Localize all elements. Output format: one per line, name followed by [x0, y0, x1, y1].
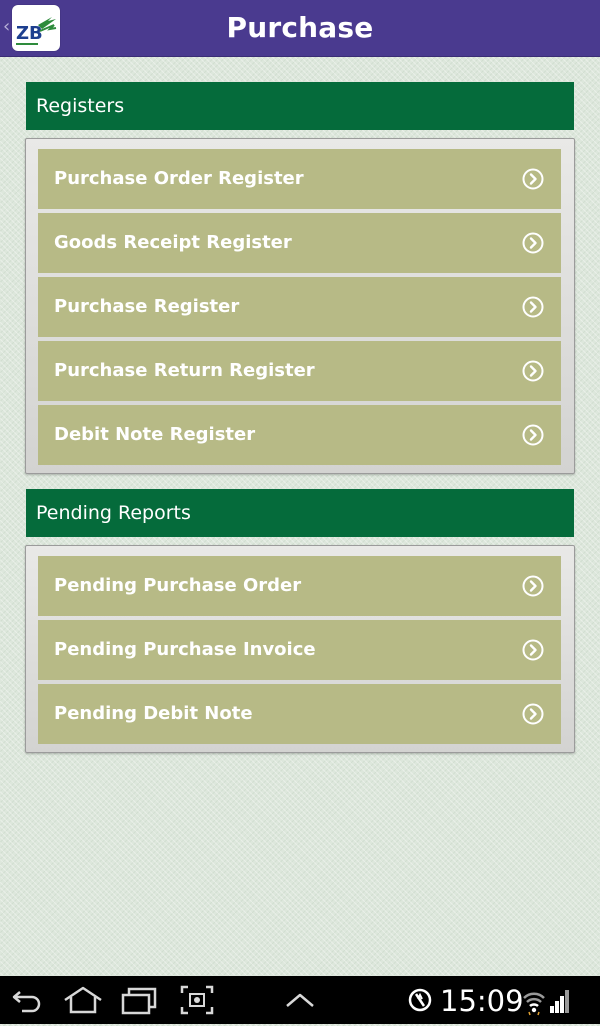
menu-item-label: Pending Purchase Invoice — [54, 639, 316, 660]
section-header-registers: Registers — [26, 82, 574, 130]
section-header-pending-reports: Pending Reports — [26, 489, 574, 537]
circle-chevron-right-icon — [522, 639, 544, 661]
circle-chevron-right-icon — [522, 232, 544, 254]
menu-item-pending-purchase-order[interactable]: Pending Purchase Order — [38, 556, 561, 616]
menu-item-debit-note-register[interactable]: Debit Note Register — [38, 405, 561, 465]
menu-item-goods-receipt-register[interactable]: Goods Receipt Register — [38, 213, 561, 273]
screenshot-icon[interactable] — [180, 984, 214, 1016]
menu-item-label: Debit Note Register — [54, 424, 256, 445]
menu-item-label: Goods Receipt Register — [54, 232, 292, 253]
status-clock: 15:09 — [440, 984, 524, 1018]
menu-item-pending-debit-note[interactable]: Pending Debit Note — [38, 684, 561, 744]
menu-item-pending-purchase-invoice[interactable]: Pending Purchase Invoice — [38, 620, 561, 680]
menu-item-purchase-return-register[interactable]: Purchase Return Register — [38, 341, 561, 401]
home-icon[interactable] — [62, 984, 104, 1016]
back-icon[interactable] — [10, 984, 44, 1016]
menu-item-label: Purchase Order Register — [54, 168, 304, 189]
system-navigation-bar: 15:09 — [0, 976, 600, 1024]
circle-chevron-right-icon — [522, 360, 544, 382]
menu-up-icon[interactable] — [284, 984, 316, 1016]
menu-item-label: Purchase Register — [54, 296, 240, 317]
menu-item-purchase-order-register[interactable]: Purchase Order Register — [38, 149, 561, 209]
menu-item-label: Pending Purchase Order — [54, 575, 302, 596]
recent-apps-icon[interactable] — [120, 984, 158, 1016]
wifi-icon — [522, 984, 546, 1016]
page-title: Purchase — [226, 11, 374, 44]
pending-reports-panel: Pending Purchase Order Pending Purchase … — [25, 545, 575, 753]
circle-chevron-right-icon — [522, 703, 544, 725]
menu-item-label: Pending Debit Note — [54, 703, 253, 724]
circle-chevron-right-icon — [522, 168, 544, 190]
menu-item-label: Purchase Return Register — [54, 360, 315, 381]
signal-icon — [548, 984, 572, 1016]
registers-panel: Purchase Order Register Goods Receipt Re… — [25, 138, 575, 474]
action-bar: ‹ ZB Purchase — [0, 0, 600, 57]
no-sync-icon — [406, 984, 434, 1016]
menu-item-purchase-register[interactable]: Purchase Register — [38, 277, 561, 337]
circle-chevron-right-icon — [522, 296, 544, 318]
circle-chevron-right-icon — [522, 424, 544, 446]
circle-chevron-right-icon — [522, 575, 544, 597]
